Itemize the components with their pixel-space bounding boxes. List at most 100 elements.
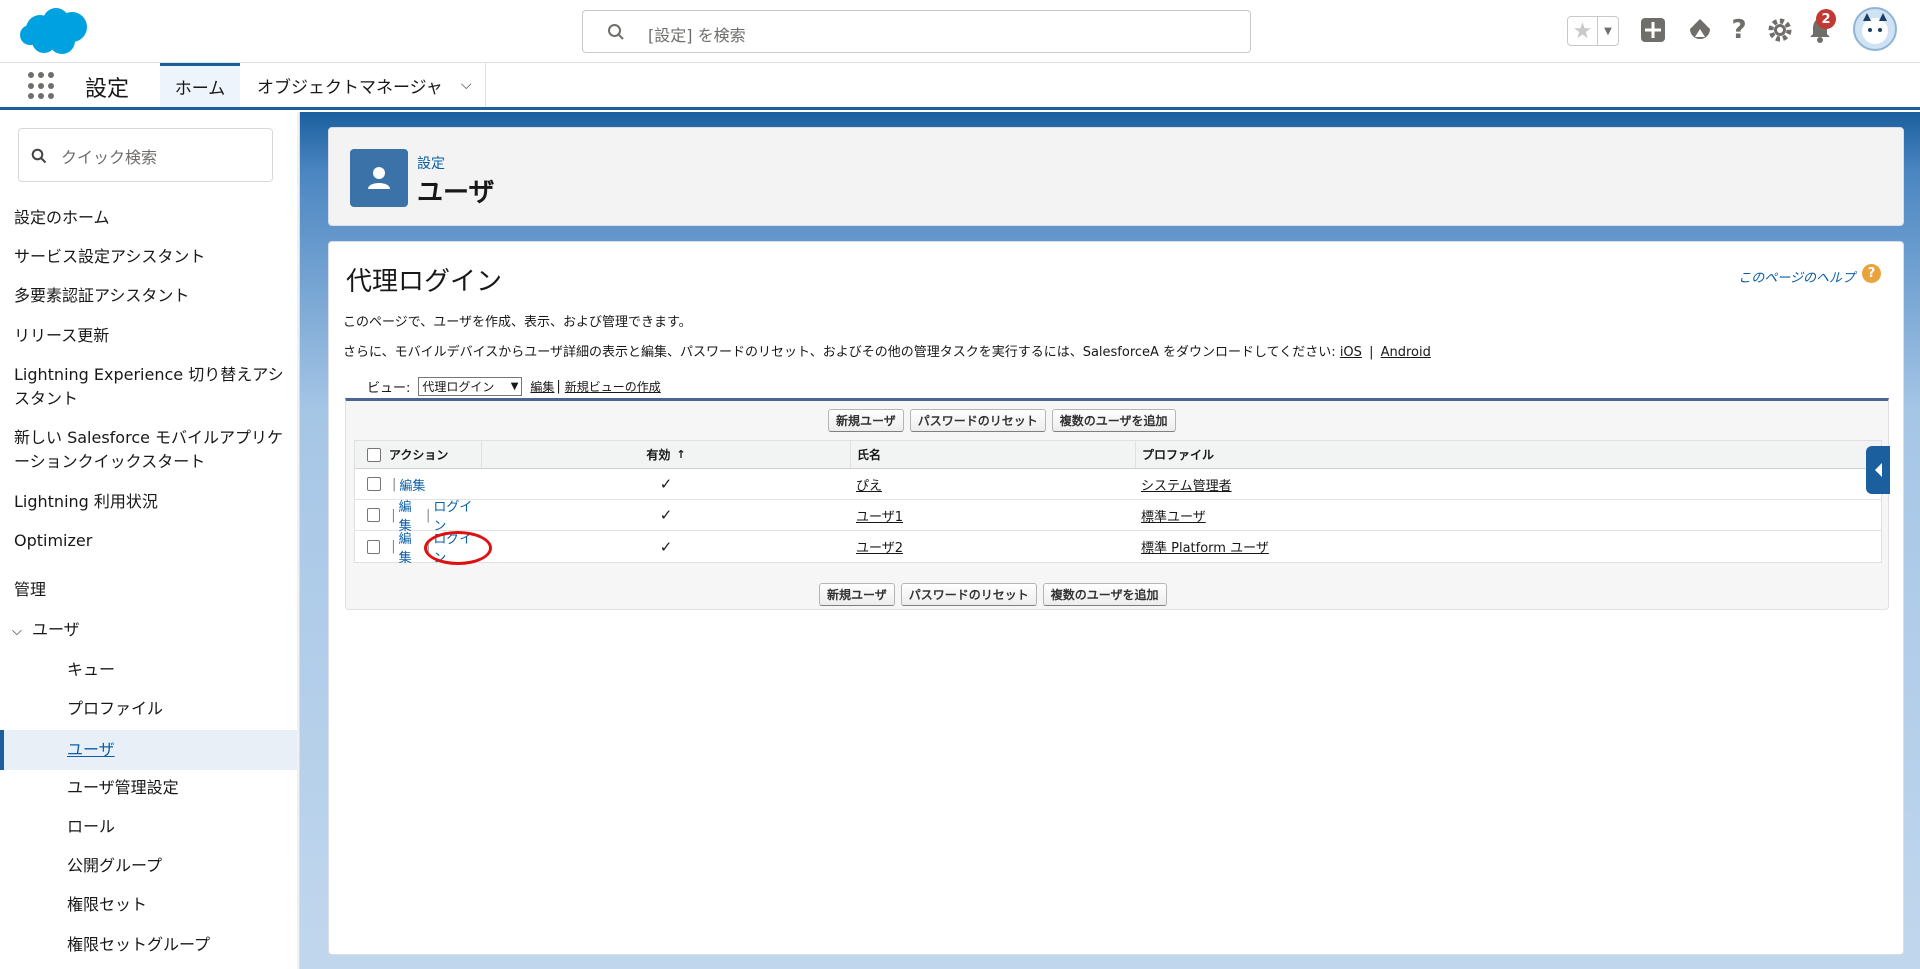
sidebar-item-queues[interactable]: キュー [67,658,115,682]
sidebar-item-lightning-usage[interactable]: Lightning 利用状況 [14,490,290,514]
gear-icon[interactable] [1764,14,1796,46]
avatar[interactable] [1853,7,1897,51]
user-name-link[interactable]: ユーザ1 [856,506,903,525]
user-icon [350,149,408,207]
action-separator: | [392,476,397,492]
list-view-title: 代理ログイン [346,267,503,297]
app-name: 設定 [85,77,130,102]
view-edit-link[interactable]: 編集 [530,378,554,395]
salesforce-logo[interactable] [18,5,92,57]
global-actions-add-icon[interactable] [1637,14,1669,46]
sidebar-item-service-setup[interactable]: サービス設定アシスタント [14,245,290,269]
help-icon[interactable]: ? [1723,14,1755,46]
user-name-link[interactable]: ユーザ2 [856,537,903,556]
sidebar-item-optimizer[interactable]: Optimizer [14,529,290,553]
help-icon[interactable]: ? [1862,264,1881,283]
name-column-header[interactable]: 氏名 [850,441,1135,468]
sidebar-item-release-updates[interactable]: リリース更新 [14,324,290,348]
ios-link[interactable]: iOS [1340,345,1362,360]
app-launcher-icon[interactable] [28,72,56,100]
sidebar-item-mfa-assistant[interactable]: 多要素認証アシスタント [14,284,290,308]
view-label: ビュー: [367,381,411,396]
sidebar-item-user-management-settings[interactable]: ユーザ管理設定 [67,776,179,800]
android-link[interactable]: Android [1381,345,1431,360]
sidebar-item-users[interactable]: ユーザ [67,738,115,762]
quick-find-input[interactable]: クイック検索 [18,128,273,182]
add-multiple-users-button[interactable]: 複数のユーザを追加 [1051,409,1176,432]
page-header: 設定 ユーザ [328,127,1904,226]
select-all-checkbox[interactable] [367,447,381,462]
sidebar-group-users[interactable]: ⌵ ユーザ [12,618,288,644]
profile-cell: 標準 Platform ユーザ [1135,531,1881,562]
table-row: | 編集 | ログイン ✓ ユーザ2 標準 Platform ユーザ [355,531,1881,566]
profile-link[interactable]: システム管理者 [1141,475,1232,494]
search-icon [608,24,624,40]
link-separator: | [556,379,561,394]
row-checkbox[interactable] [367,539,381,554]
active-column-label: 有効 [646,448,671,462]
action-column-header: アクション [355,441,482,468]
chevron-down-icon[interactable]: ⌵ [12,620,32,644]
sidebar-section-admin: 管理 [14,580,47,599]
tab-object-manager[interactable]: オブジェクトマネージャ ⌵ [241,63,487,107]
profile-column-label: プロファイル [1142,448,1215,462]
tab-home[interactable]: ホーム [160,63,240,107]
row-actions: | 編集 | ログイン [355,500,482,534]
sidebar-item-roles[interactable]: ロール [67,815,115,839]
view-new-link[interactable]: 新規ビューの作成 [565,378,661,395]
chevron-down-icon[interactable]: ⌵ [461,77,472,93]
profile-link[interactable]: 標準 Platform ユーザ [1141,537,1269,556]
action-separator: | [391,539,396,554]
new-user-button[interactable]: 新規ユーザ [828,409,904,432]
active-cell: ✓ [482,500,850,530]
sidebar-selected-highlight [0,730,297,770]
chevron-left-icon [1875,463,1882,477]
sidebar-item-profiles[interactable]: プロファイル [67,697,163,721]
tab-object-manager-label: オブジェクトマネージャ [257,77,443,98]
breadcrumb[interactable]: 設定 [417,153,445,173]
checkmark-icon: ✓ [659,506,673,524]
trailhead-icon[interactable] [1684,14,1716,46]
reset-password-button[interactable]: パスワードのリセット [900,583,1037,606]
star-icon[interactable]: ★ [1568,17,1598,45]
sidebar-scrollbar-thumb[interactable] [299,130,300,500]
collapse-panel-tab[interactable] [1866,446,1890,494]
row-checkbox[interactable] [367,508,381,522]
action-separator: | [425,507,431,523]
active-column-header[interactable]: 有効 ↑ [482,441,850,468]
favorites-button[interactable]: ★ ▼ [1567,16,1619,46]
user-name-link[interactable]: ぴえ [856,475,882,494]
table-row: | 編集 ✓ ぴえ システム管理者 [355,469,1881,500]
sidebar-item-lightning-transition[interactable]: Lightning Experience 切り替えアシスタント [14,363,290,411]
global-search-input[interactable]: [設定] を検索 [582,10,1251,53]
mobile-description-text: さらに、モバイルデバイスからユーザ詳細の表示と編集、パスワードのリセット、および… [343,345,1336,360]
edit-link[interactable]: 編集 [399,528,423,566]
profile-column-header[interactable]: プロファイル [1135,441,1881,468]
action-column-label: アクション [389,448,449,462]
profile-link[interactable]: 標準ユーザ [1141,506,1206,525]
sort-ascending-icon: ↑ [676,448,686,461]
chevron-down-icon[interactable]: ▼ [1598,17,1618,45]
edit-link[interactable]: 編集 [399,475,425,494]
sidebar-item-permission-set-groups[interactable]: 権限セットグループ [67,933,210,957]
view-select-value: 代理ログイン [422,380,495,394]
search-placeholder: [設定] を検索 [648,26,746,45]
name-cell: ユーザ2 [850,531,1135,562]
reset-password-button[interactable]: パスワードのリセット [909,409,1046,432]
checkmark-icon: ✓ [659,475,673,493]
sidebar-item-permission-sets[interactable]: 権限セット [67,893,147,917]
checkmark-icon: ✓ [659,537,673,556]
sidebar-item-mobile-quickstart[interactable]: 新しい Salesforce モバイルアプリケーションクイックスタート [14,426,290,474]
sidebar-item-setup-home[interactable]: 設定のホーム [14,206,290,230]
view-select[interactable]: 代理ログイン ▼ [418,377,523,396]
active-cell: ✓ [482,531,850,562]
table-row: | 編集 | ログイン ✓ ユーザ1 標準ユーザ [355,500,1881,534]
bottom-button-row: 新規ユーザ パスワードのリセット 複数のユーザを追加 [819,583,1167,606]
app-nav-bar: 設定 ホーム オブジェクトマネージャ ⌵ [0,63,1920,110]
sidebar-item-public-groups[interactable]: 公開グループ [67,854,162,878]
new-user-button[interactable]: 新規ユーザ [819,583,895,606]
help-link[interactable]: このページのヘルプ [1738,267,1855,286]
row-checkbox[interactable] [367,477,381,491]
add-multiple-users-button[interactable]: 複数のユーザを追加 [1042,583,1167,606]
chevron-down-icon: ▼ [510,381,519,392]
